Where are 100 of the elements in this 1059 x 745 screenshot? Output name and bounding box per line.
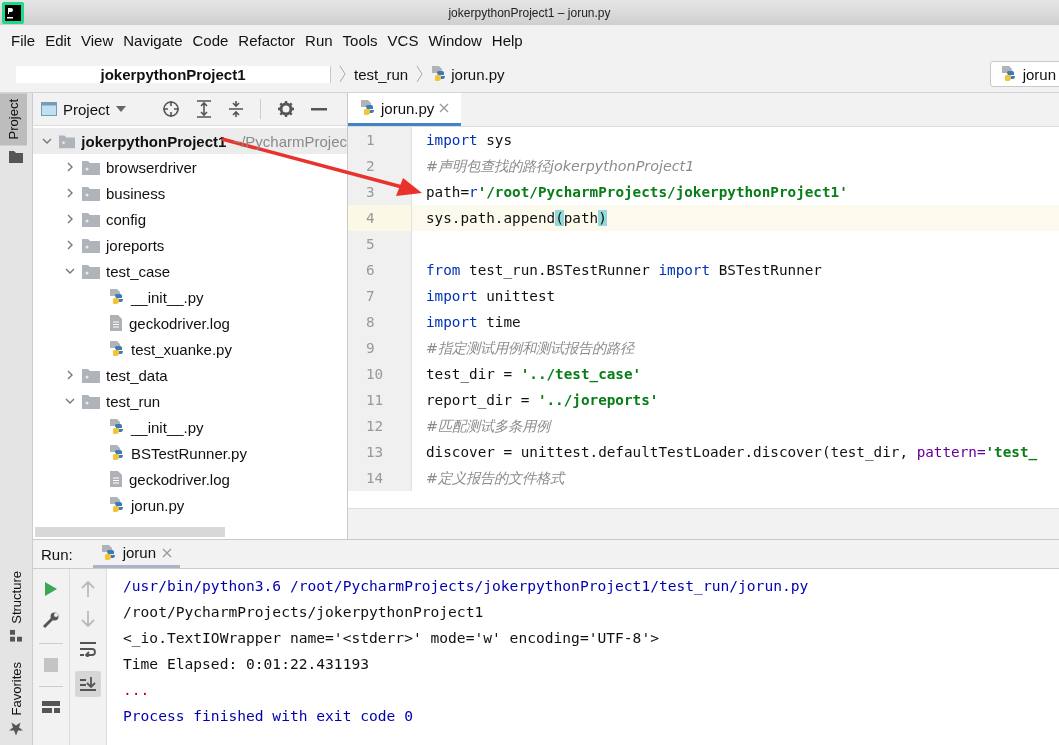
structure-icon xyxy=(10,629,22,642)
tree-item[interactable]: test_case xyxy=(106,262,171,280)
python-file-icon xyxy=(109,496,125,514)
line-number: 5 xyxy=(348,231,412,257)
menu-item[interactable]: Help xyxy=(486,32,528,49)
project-view-dropdown[interactable]: Project xyxy=(41,100,126,118)
folder-icon xyxy=(9,151,23,164)
line-number: 13 xyxy=(348,439,412,465)
scroll-to-end-button[interactable] xyxy=(75,671,101,698)
code-line: discover = unittest.defaultTestLoader.discover(test_dir, pattern='test_ xyxy=(425,444,1038,460)
folder-icon xyxy=(82,211,100,227)
menu-item[interactable]: VCS xyxy=(382,32,424,49)
console-line: ... xyxy=(123,680,151,701)
python-file-icon xyxy=(360,99,376,117)
breadcrumb-separator-icon xyxy=(416,65,424,83)
close-icon[interactable] xyxy=(162,547,173,558)
editor-tab[interactable]: jorun.py xyxy=(348,93,462,126)
run-icon[interactable] xyxy=(44,581,58,598)
python-file-icon xyxy=(109,288,125,306)
tree-item[interactable]: test_xuanke.py xyxy=(131,340,232,358)
code-line: sys.path.append(path) xyxy=(425,210,607,226)
code-line: #指定测试用例和测试报告的路径 xyxy=(425,338,634,358)
breadcrumb[interactable]: test_run xyxy=(354,65,409,83)
star-icon xyxy=(9,721,23,735)
breadcrumb-separator-icon xyxy=(339,65,346,83)
tool-window-tab[interactable]: Project xyxy=(0,93,27,146)
line-number: 9 xyxy=(348,335,412,361)
tree-item[interactable]: joreports xyxy=(106,236,165,254)
menu-item[interactable]: Tools xyxy=(337,32,383,49)
line-number: 1 xyxy=(348,127,412,153)
scroll-to-end-icon[interactable] xyxy=(79,676,97,693)
console-line: Time Elapsed: 0:01:22.431193 xyxy=(123,654,370,675)
code-line: path=r'/root/PycharmProjects/jokerpythonProject1' xyxy=(425,184,848,200)
wrench-icon[interactable] xyxy=(42,611,60,630)
line-number: 14 xyxy=(348,465,412,491)
soft-wrap-icon[interactable] xyxy=(79,641,97,658)
locate-icon[interactable] xyxy=(161,100,180,118)
tree-item[interactable]: business xyxy=(106,184,166,202)
code-line: #匹配测试多条用例 xyxy=(425,416,550,436)
tree-item[interactable]: browserdriver xyxy=(106,158,197,176)
folder-icon xyxy=(59,133,76,149)
menu-item[interactable]: Window xyxy=(423,32,487,49)
folder-icon xyxy=(82,263,100,279)
tree-item[interactable]: test_run xyxy=(106,392,161,410)
project-view-icon xyxy=(41,102,57,116)
menu-item[interactable]: Edit xyxy=(40,32,77,49)
line-number: 7 xyxy=(348,283,412,309)
tree-item[interactable]: BSTestRunner.py xyxy=(131,444,247,462)
window-title: jokerpythonProject1 – jorun.py xyxy=(447,5,612,20)
menu-item[interactable]: View xyxy=(76,32,119,49)
menu-item[interactable]: Run xyxy=(300,32,338,49)
run-configuration-dropdown[interactable]: jorun xyxy=(989,61,1059,87)
tool-window-tab[interactable]: Structure xyxy=(0,564,32,648)
tree-item[interactable]: config xyxy=(106,210,147,228)
tree-item[interactable]: jorun.py xyxy=(131,496,185,514)
menu-item[interactable]: File xyxy=(6,32,41,49)
folder-icon xyxy=(82,185,100,201)
code-line: #声明包查找的路径jokerpythonProject1 xyxy=(425,156,695,176)
tree-item[interactable]: __init__.py xyxy=(131,418,204,436)
tree-item[interactable]: __init__.py xyxy=(131,288,204,306)
tool-window-tab[interactable]: Favorites xyxy=(0,655,32,741)
collapse-all-icon[interactable] xyxy=(227,100,244,118)
code-line: from test_run.BSTestRunner import BSTestRunner xyxy=(425,262,822,278)
layout-icon[interactable] xyxy=(42,701,60,714)
settings-icon[interactable] xyxy=(276,100,295,118)
line-number: 11 xyxy=(348,387,412,413)
menu-item[interactable]: Refactor xyxy=(233,32,301,49)
python-file-icon xyxy=(109,418,125,436)
project-path: ~/PycharmProjec xyxy=(232,132,347,150)
console-line: Process finished with exit code 0 xyxy=(123,706,414,727)
menu-item[interactable]: Navigate xyxy=(118,32,188,49)
python-icon xyxy=(100,543,117,562)
code-line: import time xyxy=(425,314,521,330)
python-file-icon xyxy=(109,444,125,462)
close-icon[interactable] xyxy=(439,103,450,113)
console-line: /usr/bin/python3.6 /root/PycharmProjects/jokerpythonProject1/test_run/jorun.py xyxy=(123,576,809,597)
tree-item[interactable]: geckodriver.log xyxy=(129,314,230,332)
tree-item[interactable]: geckodriver.log xyxy=(129,470,230,488)
horizontal-scrollbar[interactable] xyxy=(348,508,1059,540)
code-line: test_dir = '../test_case' xyxy=(425,366,642,382)
hide-icon[interactable] xyxy=(310,107,327,111)
breadcrumb[interactable]: jorun.py xyxy=(451,65,505,83)
tree-item[interactable]: test_data xyxy=(106,366,168,384)
folder-icon xyxy=(82,367,100,383)
line-number: 8 xyxy=(348,309,412,335)
python-file-icon xyxy=(431,65,448,83)
scrollbar[interactable] xyxy=(35,527,225,538)
line-number: 12 xyxy=(348,413,412,439)
expand-all-icon[interactable] xyxy=(195,100,212,118)
text-file-icon xyxy=(109,470,123,488)
run-tab[interactable]: jorun xyxy=(92,540,181,569)
python-icon xyxy=(1000,65,1017,83)
python-file-icon xyxy=(109,340,125,358)
code-line: #定义报告的文件格式 xyxy=(425,468,564,488)
tree-item[interactable]: jokerpythonProject1 xyxy=(81,132,227,150)
menu-item[interactable]: Code xyxy=(187,32,234,49)
folder-icon xyxy=(82,393,100,409)
console-line: <_io.TextIOWrapper name='<stderr>' mode='w' encoding='UTF-8'> xyxy=(123,628,660,649)
text-file-icon xyxy=(109,314,123,332)
line-number: 6 xyxy=(348,257,412,283)
